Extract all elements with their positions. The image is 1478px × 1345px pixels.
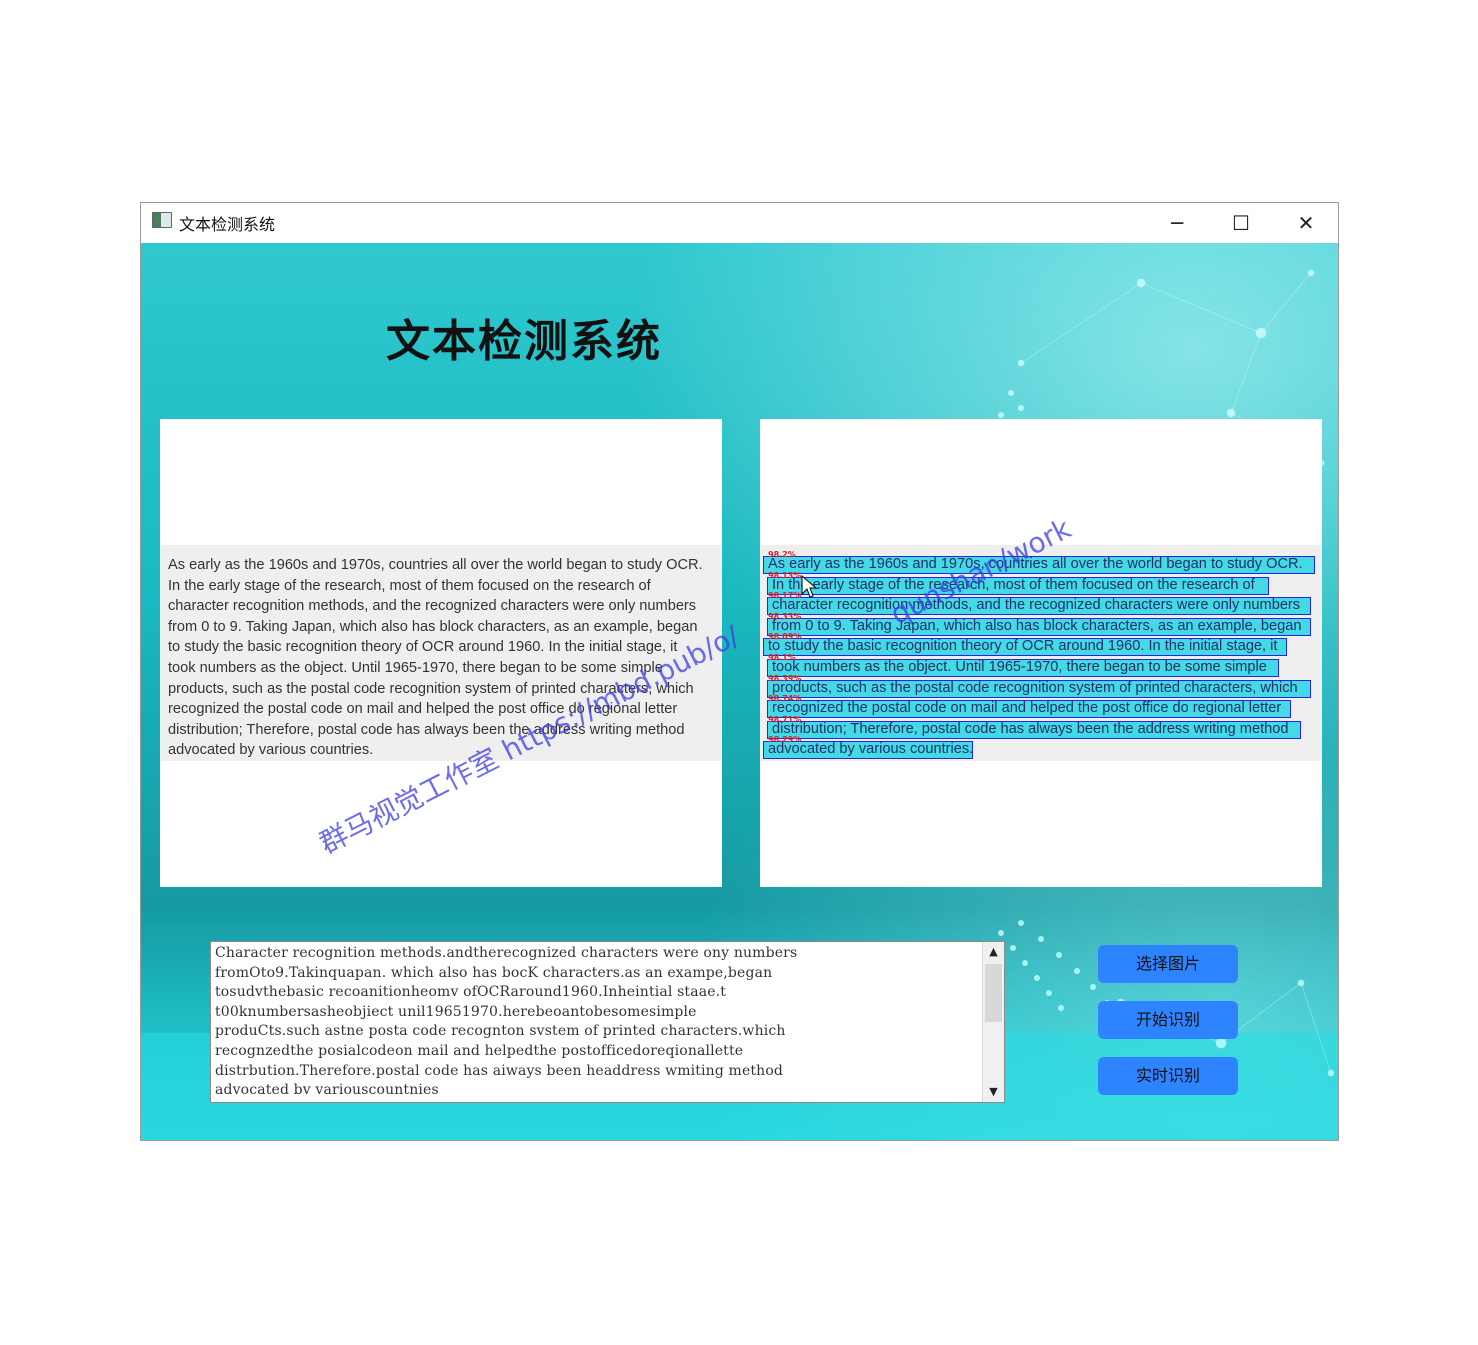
close-button[interactable]: ✕ xyxy=(1276,203,1336,243)
detection-box: took numbers as the object. Until 1965-1… xyxy=(767,659,1279,677)
app-window: 文本检测系统 ─ ☐ ✕ 文本检测系统 As early as the 1960… xyxy=(140,202,1339,1141)
detection-box: character recognition methods, and the r… xyxy=(767,597,1311,616)
page-title: 文本检测系统 xyxy=(386,316,662,367)
realtime-recognition-button[interactable]: 实时识别 xyxy=(1098,1057,1238,1095)
source-text-line: to study the basic recognition theory of… xyxy=(168,639,678,656)
scrollbar-thumb[interactable] xyxy=(985,964,1002,1022)
source-image-panel: As early as the 1960s and 1970s, countri… xyxy=(160,419,722,887)
mouse-cursor-icon xyxy=(801,575,817,598)
start-recognition-button[interactable]: 开始识别 xyxy=(1098,1001,1238,1039)
select-image-button[interactable]: 选择图片 xyxy=(1098,945,1238,983)
detection-result-panel: As early as the 1960s and 1970s, countri… xyxy=(760,419,1322,887)
detection-score: 98.39% xyxy=(768,673,802,683)
output-text-line: tosudvthebasic recoanitionheomv ofOCRaro… xyxy=(215,984,727,1001)
source-text-line: character recognition methods, and the r… xyxy=(168,598,697,615)
detection-box: products, such as the postal code recogn… xyxy=(767,679,1311,698)
main-area: 文本检测系统 As early as the 1960s and 1970s, … xyxy=(141,243,1338,1140)
output-text-line: advocated bv variouscountnies xyxy=(215,1082,439,1099)
recognition-output-box[interactable]: Character recognition methods.andthereco… xyxy=(210,941,1005,1103)
detection-score: 98.1% xyxy=(768,653,796,662)
detection-score: 98.74% xyxy=(768,694,802,704)
recognition-output-text: Character recognition methods.andthereco… xyxy=(215,944,975,1101)
detection-box: recognized the postal code on mail and h… xyxy=(767,700,1291,719)
detection-score: 98.09% xyxy=(768,632,802,642)
detection-score: 98.13% xyxy=(768,570,802,580)
detection-score: 98.17% xyxy=(768,591,802,601)
source-text-line: In the early stage of the research, most… xyxy=(168,577,651,594)
detection-box: to study the basic recognition theory of… xyxy=(763,638,1287,657)
title-bar[interactable]: 文本检测系统 ─ ☐ ✕ xyxy=(141,203,1338,243)
detection-box: distribution; Therefore, postal code has… xyxy=(767,720,1301,739)
detection-score: 98.33% xyxy=(768,611,802,621)
detection-box: In the early stage of the research, most… xyxy=(767,576,1269,595)
scroll-down-arrow-icon[interactable]: ▼ xyxy=(983,1082,1004,1102)
detection-score: 98.29% xyxy=(768,735,802,745)
source-text-line: from 0 to 9. Taking Japan, which also ha… xyxy=(168,618,698,635)
source-text-line: distribution; Therefore, postal code has… xyxy=(168,721,685,738)
output-text-line: Character recognition methods.andthereco… xyxy=(215,945,798,961)
detection-box: from 0 to 9. Taking Japan, which also ha… xyxy=(767,617,1311,636)
app-icon xyxy=(152,212,172,228)
output-text-line: produCts.such astne posta code recognton… xyxy=(215,1023,786,1040)
output-text-line: fromOto9.Takinquapan. which also has boc… xyxy=(215,964,773,981)
maximize-button[interactable]: ☐ xyxy=(1211,203,1271,243)
source-text-line: As early as the 1960s and 1970s, countri… xyxy=(168,557,703,573)
detection-score: 98.71% xyxy=(768,714,802,724)
minimize-button[interactable]: ─ xyxy=(1147,203,1207,243)
window-title: 文本检测系统 xyxy=(179,215,276,234)
output-text-line: distrbution.Therefore.postal code has ai… xyxy=(215,1062,784,1079)
source-image-text: As early as the 1960s and 1970s, countri… xyxy=(168,555,720,761)
output-text-line: t00knumbersasheobjiect unil19651970.here… xyxy=(215,1003,697,1020)
output-text-line: recognzedthe posialcodeon mail and helpe… xyxy=(215,1042,744,1059)
output-scrollbar[interactable]: ▲ ▼ xyxy=(982,942,1004,1102)
detection-score: 98.2% xyxy=(768,550,796,559)
scroll-up-arrow-icon[interactable]: ▲ xyxy=(983,942,1004,962)
